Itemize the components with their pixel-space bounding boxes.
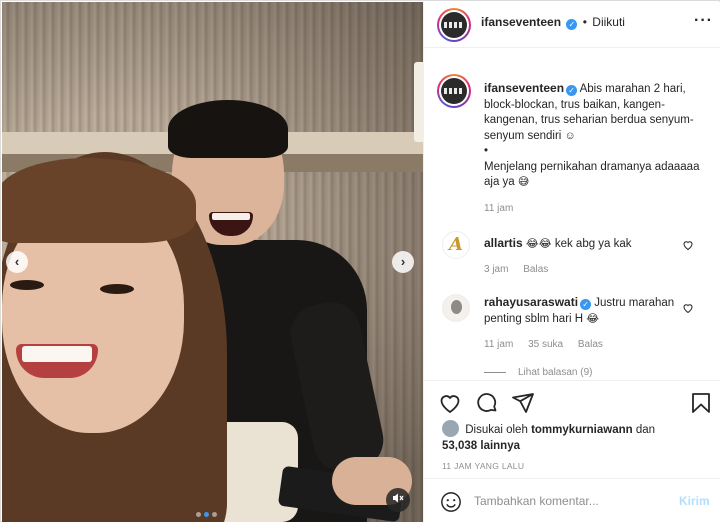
author-username[interactable]: ifanseventeen [481, 15, 561, 29]
commenter-avatar[interactable] [442, 294, 470, 322]
comment-time[interactable]: 11 jam [484, 339, 513, 350]
like-heart-icon[interactable] [438, 391, 462, 415]
carousel-dot [212, 512, 217, 517]
caption-emoji-2: 😅 [517, 176, 530, 188]
comments-section[interactable]: ifanseventeen ✓ Abis marahan 2 hari, bloc… [424, 49, 720, 379]
comment-bubble-icon[interactable] [475, 391, 499, 415]
comment-meta: 11 jam 35 suka Balas [484, 339, 615, 350]
liker-avatar[interactable] [442, 420, 459, 437]
caption-author-avatar[interactable] [437, 74, 471, 108]
verified-badge-icon: ✓ [580, 299, 592, 310]
comment-input[interactable] [474, 489, 674, 513]
caption-emoji: ☺ [564, 129, 576, 142]
carousel-dot [196, 512, 201, 517]
more-options-icon[interactable]: ··· [694, 12, 713, 30]
follow-status-button[interactable]: Diikuti [592, 15, 625, 29]
carousel-prev-button[interactable]: ‹ [6, 251, 28, 273]
comment-meta: 3 jam Balas [484, 264, 560, 275]
commenter-avatar[interactable]: A [442, 231, 470, 259]
caption-text-2: Menjelang pernikahan dramanya adaaaaa aj… [484, 160, 700, 189]
comment-username[interactable]: allartis [484, 236, 523, 250]
reply-button[interactable]: Balas [523, 264, 548, 275]
post-comment-button[interactable]: Kirim [679, 494, 710, 508]
comment-like-heart-icon[interactable] [682, 302, 694, 314]
speaker-muted-icon [393, 493, 404, 503]
liked-by-summary: Disukai oleh tommykurniawann dan 53,038 … [442, 420, 712, 454]
caption-timestamp[interactable]: 11 jam [484, 203, 513, 214]
comment-emoji: 😂😂 [525, 238, 552, 250]
caption-username[interactable]: ifanseventeen [484, 81, 564, 95]
post-timestamp[interactable]: 11 JAM YANG LALU [442, 461, 524, 471]
post-actions-bar [424, 380, 720, 420]
liked-by-and: dan [635, 424, 656, 436]
post-header: ifanseventeen ✓ • Diikuti ··· [424, 2, 720, 48]
reply-button[interactable]: Balas [578, 339, 603, 350]
liked-by-prefix: Disukai oleh [465, 424, 528, 436]
author-avatar[interactable] [437, 8, 471, 42]
comment-username[interactable]: rahayusaraswati [484, 295, 578, 309]
instagram-post-dialog: ‹ › ifanseventeen ✓ • Diikuti ··· ifanse… [0, 0, 720, 522]
mute-toggle-button[interactable] [386, 488, 410, 512]
verified-badge-icon: ✓ [566, 85, 578, 96]
liked-by-user[interactable]: tommykurniawann [531, 424, 633, 436]
carousel-next-button[interactable]: › [392, 251, 414, 273]
add-comment-bar: Kirim [424, 478, 720, 522]
share-paper-plane-icon[interactable] [511, 391, 535, 415]
separator: • [582, 15, 587, 29]
comment-item: allartis 😂😂 kek abg ya kak [484, 236, 684, 253]
comment-like-heart-icon[interactable] [682, 239, 694, 251]
verified-badge-icon: ✓ [566, 19, 578, 30]
emoji-smiley-icon[interactable] [440, 491, 462, 513]
carousel-indicator [196, 512, 217, 517]
carousel-dot-active [204, 512, 209, 517]
post-side-panel: ifanseventeen ✓ • Diikuti ··· ifansevent… [423, 2, 720, 522]
view-replies-button[interactable]: Lihat balasan (9) [484, 367, 593, 378]
post-media-video[interactable]: ‹ › [2, 2, 423, 522]
post-caption: ifanseventeen ✓ Abis marahan 2 hari, bloc… [484, 81, 710, 191]
comment-item: rahayusaraswati ✓ Justru marahan penting … [484, 295, 684, 327]
comment-likes[interactable]: 35 suka [528, 339, 563, 350]
liked-by-count[interactable]: 53,038 lainnya [442, 440, 520, 452]
comment-text: kek abg ya kak [554, 238, 632, 250]
comment-time[interactable]: 3 jam [484, 264, 508, 275]
comment-emoji: 😂 [586, 312, 600, 325]
save-bookmark-icon[interactable] [689, 391, 713, 415]
caption-bullet: • [484, 145, 489, 157]
